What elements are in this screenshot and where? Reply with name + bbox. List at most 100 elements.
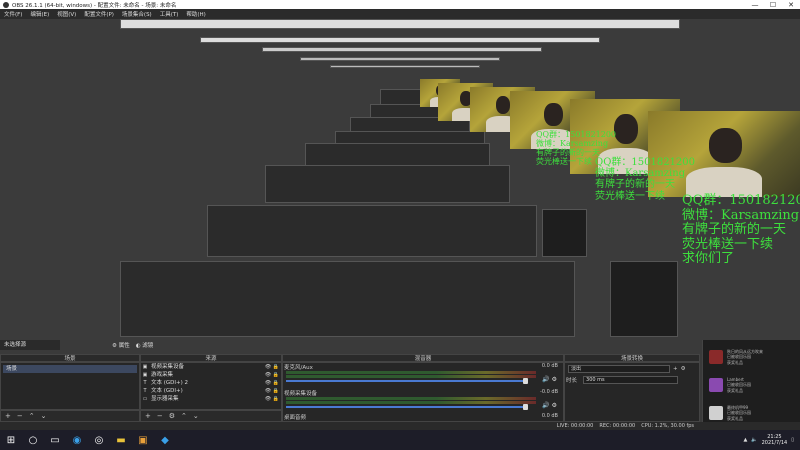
- track-db: 0.0 dB: [541, 363, 558, 369]
- search-icon[interactable]: ○: [25, 432, 41, 448]
- windows-taskbar: ⊞ ○ ▭ ◉ ◎ ▬ ▣ ◆ ▲ 🔈 21:25 2021/7/14 ▯: [0, 430, 800, 450]
- obs-logo-icon: [3, 1, 9, 8]
- source-item[interactable]: ▣ 游戏采集 👁 🔒: [142, 372, 282, 379]
- selected-source-label: 未选择源: [0, 340, 60, 350]
- mixer-track: 视频采集设备 -0.0 dB 🔊 ⚙: [284, 389, 562, 410]
- text-icon: T: [143, 388, 147, 394]
- source-toolbar: ⚙ 属性 ◐ 滤镜: [112, 340, 153, 350]
- move-up-icon[interactable]: ⌃: [181, 412, 187, 420]
- volume-meter: [286, 397, 536, 400]
- visibility-toggle[interactable]: 👁 🔒: [265, 388, 279, 395]
- mixer-track: 桌面音频 0.0 dB: [284, 413, 562, 422]
- slider-knob[interactable]: [523, 404, 528, 410]
- file-explorer-icon[interactable]: ▬: [113, 432, 129, 448]
- source-item[interactable]: T 文本 (GDI+) 👁 🔒: [142, 388, 282, 395]
- transition-type-select[interactable]: 淡出: [568, 365, 670, 373]
- nested-screen-f: [265, 165, 510, 203]
- visibility-toggle[interactable]: 👁 🔒: [265, 380, 279, 387]
- close-button[interactable]: ✕: [782, 1, 800, 9]
- scenes-list[interactable]: 场景: [0, 362, 140, 410]
- filters-button[interactable]: ◐ 滤镜: [136, 341, 154, 349]
- avatar: [709, 406, 723, 420]
- track-name: 麦克风/Aux: [284, 365, 313, 371]
- track-controls: 🔊 ⚙: [542, 402, 557, 409]
- track-name: 视频采集设备: [284, 391, 318, 397]
- windows-start-icon[interactable]: ⊞: [3, 432, 19, 448]
- nested-window-4: [300, 57, 500, 61]
- text-icon: T: [143, 380, 147, 386]
- game-capture-icon: ▣: [142, 372, 148, 378]
- menu-view[interactable]: 视图(V): [57, 10, 76, 18]
- menu-scene-collection[interactable]: 场景集合(S): [122, 10, 152, 18]
- camera-icon: ▣: [142, 364, 148, 370]
- speaker-icon[interactable]: 🔊: [542, 376, 549, 383]
- nested-window-3: [262, 47, 542, 52]
- source-item[interactable]: ▭ 显示器采集 👁 🔒: [142, 396, 282, 403]
- scenes-toolbar: + − ⌃ ⌄: [0, 410, 140, 422]
- nested-notifications-small: [542, 209, 587, 257]
- remove-source-button[interactable]: −: [157, 412, 163, 420]
- gear-icon[interactable]: ⚙: [552, 402, 557, 409]
- obs-taskbar-icon[interactable]: ◎: [91, 432, 107, 448]
- status-bar: LIVE: 00:00:00 REC: 00:00:00 CPU: 1.2%, …: [0, 422, 800, 430]
- minimize-button[interactable]: —: [746, 1, 764, 9]
- app-icon[interactable]: ▣: [135, 432, 151, 448]
- move-down-icon[interactable]: ⌄: [193, 412, 199, 420]
- visibility-toggle[interactable]: 👁 🔒: [265, 372, 279, 379]
- volume-slider[interactable]: [286, 378, 528, 384]
- nested-screen-h: [120, 261, 575, 337]
- speaker-icon[interactable]: 🔊: [542, 402, 549, 409]
- nested-window-2: [200, 37, 600, 43]
- menu-tools[interactable]: 工具(T): [160, 10, 179, 18]
- preview-canvas[interactable]: QQ群：1501821200 微博：Karsamzing 有牌子的新的一天 荧光棒送一…: [0, 19, 800, 340]
- menu-edit[interactable]: 编辑(E): [30, 10, 49, 18]
- slider-knob[interactable]: [523, 378, 528, 384]
- gear-icon[interactable]: ⚙: [169, 412, 175, 420]
- duration-input[interactable]: 300 ms: [583, 376, 679, 384]
- volume-slider[interactable]: [286, 404, 528, 410]
- gear-icon[interactable]: ⚙: [552, 376, 557, 383]
- visibility-toggle[interactable]: 👁 🔒: [265, 396, 279, 403]
- duration-label: 时长: [566, 378, 578, 384]
- move-up-icon[interactable]: ⌃: [29, 412, 35, 420]
- menu-profile[interactable]: 配置文件(P): [84, 10, 114, 18]
- gear-icon[interactable]: ⚙: [681, 366, 686, 372]
- track-name: 桌面音频: [284, 415, 307, 421]
- properties-button[interactable]: ⚙ 属性: [112, 341, 130, 349]
- notification-item: 秋日的风从远方吹来 已被收回乐园 获奖礼品: [707, 346, 799, 370]
- steam-icon[interactable]: ◆: [157, 432, 173, 448]
- source-item[interactable]: ▣ 视频采集设备 👁 🔒: [142, 364, 282, 371]
- move-down-icon[interactable]: ⌄: [41, 412, 47, 420]
- volume-icon[interactable]: 🔈: [751, 437, 757, 443]
- menu-help[interactable]: 帮助(H): [186, 10, 205, 18]
- side-notifications-dock: 秋日的风从远方吹来 已被收回乐园 获奖礼品 Lambert 已被收回乐园 获奖礼品 最终…: [702, 340, 800, 428]
- track-db: 0.0 dB: [541, 413, 558, 419]
- visibility-toggle[interactable]: 👁 🔒: [265, 364, 279, 371]
- transition-duration-row: 时长 300 ms: [566, 376, 679, 384]
- sources-toolbar: + − ⚙ ⌃ ⌄: [140, 410, 282, 422]
- window-titlebar: OBS 26.1.1 (64-bit, windows) - 配置文件: 未命名…: [0, 0, 800, 9]
- edge-browser-icon[interactable]: ◉: [69, 432, 85, 448]
- notification-center-icon[interactable]: ▯: [791, 437, 794, 443]
- add-transition-button[interactable]: +: [673, 366, 678, 372]
- sources-dock-header: 来源: [140, 354, 282, 362]
- mixer-track: 麦克风/Aux 0.0 dB 🔊 ⚙: [284, 363, 562, 384]
- scene-item[interactable]: 场景: [3, 365, 137, 373]
- menu-bar: 文件(F) 编辑(E) 视图(V) 配置文件(P) 场景集合(S) 工具(T) …: [0, 9, 800, 19]
- transition-type-row: 淡出 + ⚙: [566, 365, 686, 373]
- add-scene-button[interactable]: +: [5, 412, 11, 420]
- mixer-dock-header: 混音器: [282, 354, 564, 362]
- nested-window-1: [120, 19, 680, 29]
- menu-file[interactable]: 文件(F): [4, 10, 22, 18]
- remove-scene-button[interactable]: −: [17, 412, 23, 420]
- volume-meter: [286, 401, 536, 404]
- add-source-button[interactable]: +: [145, 412, 151, 420]
- rec-timer: REC: 00:00:00: [599, 423, 636, 429]
- source-item[interactable]: T 文本 (GDI+) 2 👁 🔒: [142, 380, 282, 387]
- overlay-text-large: QQ群：1501821200 微博：Karsamzing 有牌子的新的一天 荧光棒送一…: [682, 193, 800, 267]
- network-icon[interactable]: ▲: [744, 437, 748, 443]
- task-view-icon[interactable]: ▭: [47, 432, 63, 448]
- transitions-dock-header: 场景转换: [564, 354, 700, 362]
- maximize-button[interactable]: ☐: [764, 1, 782, 9]
- clock[interactable]: 21:25 2021/7/14: [762, 434, 788, 447]
